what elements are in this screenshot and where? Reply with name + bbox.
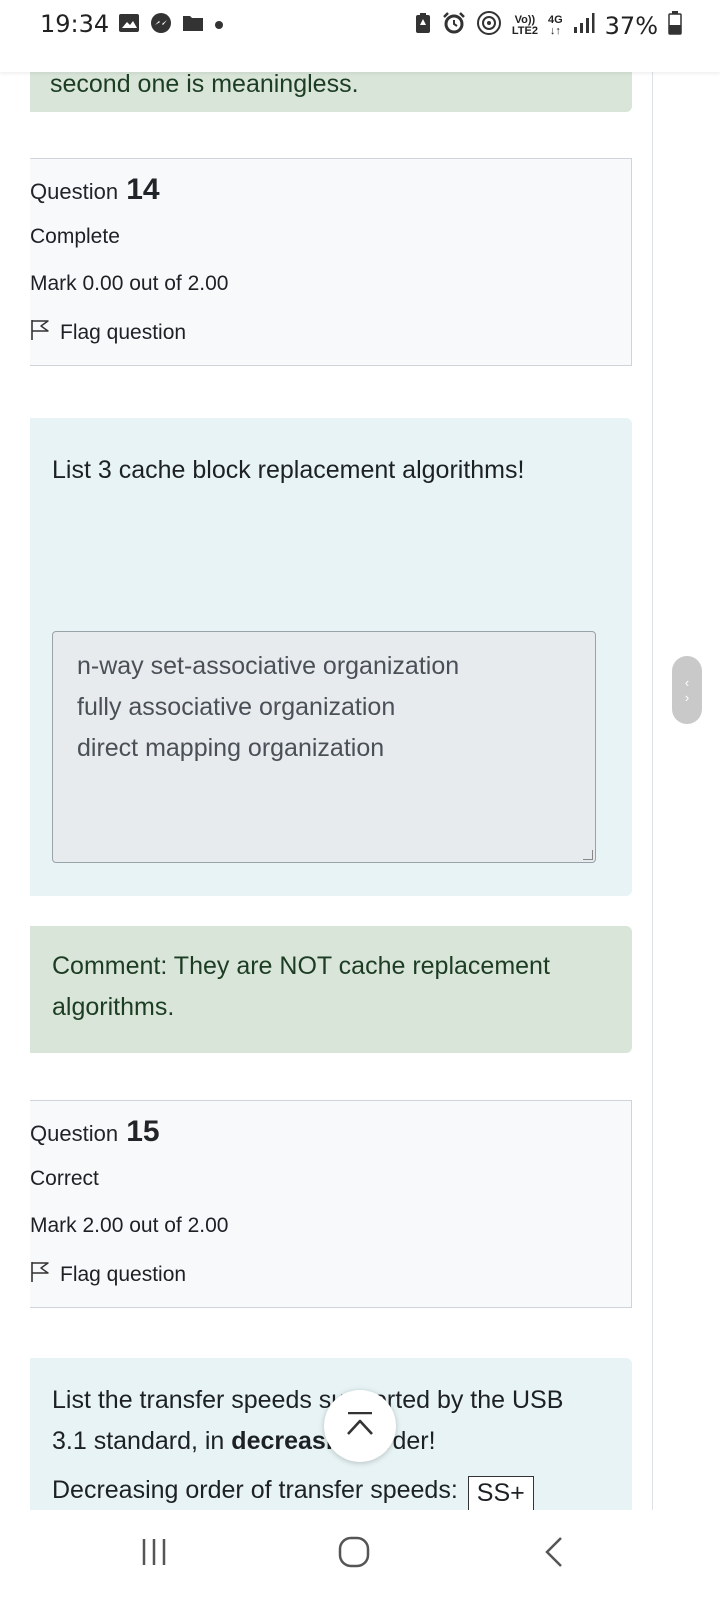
question-14-formulation: List 3 cache block replacement algorithm… bbox=[30, 418, 632, 896]
chevron-up-icon: ‹ bbox=[684, 675, 690, 690]
back-button[interactable] bbox=[524, 1534, 584, 1574]
volte-bottom-text: LTE2 bbox=[511, 24, 538, 37]
battery-percent: 37% bbox=[604, 11, 658, 40]
battery-icon bbox=[668, 11, 682, 40]
question-14-comment: Comment: They are NOT cache replacement … bbox=[30, 926, 632, 1053]
previous-feedback-text: second one is meaningless. bbox=[50, 70, 359, 98]
navigation-bar bbox=[0, 1510, 720, 1600]
question-14-grade: Mark 0.00 out of 2.00 bbox=[30, 272, 229, 295]
question-14-flag-link[interactable]: Flag question bbox=[30, 319, 186, 347]
status-bar: 19:34 Vo)) LTE2 4G ↓↑ 37% bbox=[0, 0, 720, 72]
messenger-icon bbox=[150, 12, 172, 39]
question-14-info: Question 14 Complete Mark 0.00 out of 2.… bbox=[30, 158, 632, 366]
question-15-text: List the transfer speeds supported by th… bbox=[52, 1380, 592, 1462]
question-14-answer-textarea[interactable]: n-way set-associative organization fully… bbox=[52, 631, 596, 863]
quiz-review-page: second one is meaningless. Question 14 C… bbox=[0, 0, 720, 1600]
question-14-state: Complete bbox=[30, 225, 120, 248]
recent-apps-icon bbox=[141, 1537, 167, 1572]
chevron-down-icon: › bbox=[684, 690, 690, 705]
status-left-icons bbox=[118, 12, 224, 39]
gallery-icon bbox=[118, 13, 140, 38]
question-number: 15 bbox=[126, 1115, 160, 1148]
signal-icon bbox=[573, 12, 595, 39]
flag-label: Flag question bbox=[60, 321, 187, 344]
dot-icon bbox=[214, 17, 224, 35]
question-number: 14 bbox=[126, 173, 160, 206]
battery-saver-icon bbox=[414, 12, 432, 39]
answer-line: n-way set-associative organization bbox=[77, 652, 460, 680]
scroll-to-top-button[interactable] bbox=[324, 1390, 396, 1462]
page-divider bbox=[652, 72, 653, 1512]
question-label: Question bbox=[30, 1121, 119, 1146]
4g-icon: 4G ↓↑ bbox=[547, 13, 563, 37]
question-15-flag-link[interactable]: Flag question bbox=[30, 1261, 186, 1289]
recent-apps-button[interactable] bbox=[124, 1534, 184, 1574]
resize-grip-icon[interactable] bbox=[583, 850, 593, 860]
question-15-grade: Mark 2.00 out of 2.00 bbox=[30, 1214, 229, 1237]
folder-icon bbox=[182, 13, 204, 38]
chevron-up-icon bbox=[344, 1411, 376, 1441]
flag-icon bbox=[30, 1261, 50, 1289]
volte-icon: Vo)) LTE2 bbox=[511, 14, 538, 37]
status-right-icons: Vo)) LTE2 4G ↓↑ 37% bbox=[414, 10, 682, 41]
flag-icon bbox=[30, 319, 50, 347]
network-type-text: 4G bbox=[547, 13, 563, 26]
question-label: Question bbox=[30, 179, 119, 204]
question-15-heading: Question 15 bbox=[30, 1115, 160, 1149]
question-15-state: Correct bbox=[30, 1167, 99, 1190]
home-icon bbox=[337, 1536, 371, 1573]
status-time: 19:34 bbox=[40, 10, 110, 38]
comment-text: Comment: They are NOT cache replacement … bbox=[52, 952, 550, 1021]
back-icon bbox=[543, 1536, 565, 1573]
question-14-text: List 3 cache block replacement algorithm… bbox=[52, 456, 525, 484]
scroll-handle[interactable]: ‹ › bbox=[672, 656, 702, 724]
flag-label: Flag question bbox=[60, 1263, 187, 1286]
answer-line: fully associative organization bbox=[77, 693, 396, 721]
order-label: Decreasing order of transfer speeds: bbox=[52, 1476, 458, 1504]
home-button[interactable] bbox=[324, 1534, 384, 1574]
question-15-info: Question 15 Correct Mark 2.00 out of 2.0… bbox=[30, 1100, 632, 1308]
hotspot-icon bbox=[476, 10, 502, 41]
alarm-icon bbox=[442, 11, 466, 40]
answer-line: direct mapping organization bbox=[77, 734, 385, 762]
question-14-heading: Question 14 bbox=[30, 173, 160, 207]
